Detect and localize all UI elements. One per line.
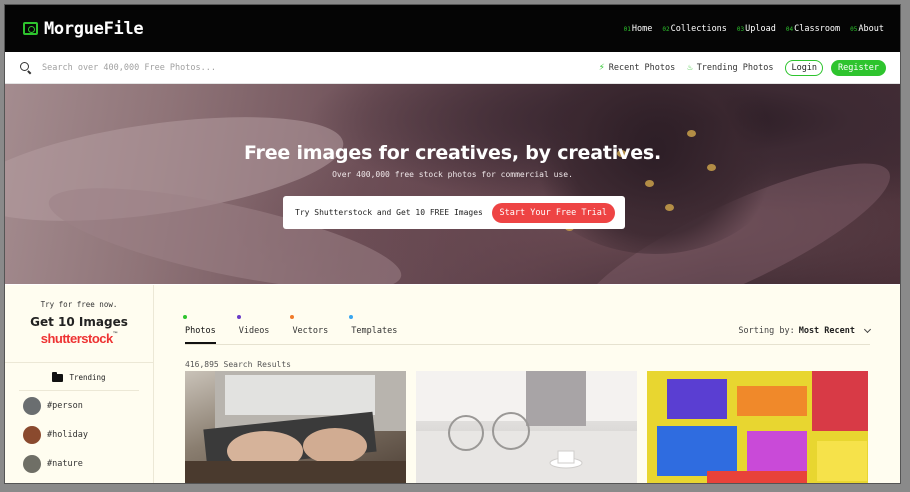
tag-label: #nature	[47, 458, 83, 469]
trending-tag-person[interactable]: #person	[5, 391, 153, 420]
photo-thumbnail[interactable]	[185, 371, 406, 483]
tab-label: Photos	[185, 326, 216, 336]
trending-tag-nature[interactable]: #nature	[5, 449, 153, 478]
nav-number: 03	[736, 25, 745, 33]
nav-number: 01	[623, 25, 631, 33]
sort-value: Most Recent	[798, 326, 855, 336]
shutterstock-logo: shutterstock™	[5, 331, 153, 346]
content-area: Try for free now. Get 10 Images shutters…	[5, 285, 900, 483]
nav-item-classroom[interactable]: 04 Classroom	[786, 24, 840, 34]
main-nav: 01 Home 02 Collections 03 Upload 04 Clas…	[624, 24, 884, 34]
tab-photos[interactable]: Photos	[183, 315, 216, 344]
photo-thumbnail[interactable]	[416, 371, 637, 483]
hero-background-pollen	[665, 204, 674, 211]
tab-label: Videos	[238, 326, 270, 336]
tag-label: #person	[47, 400, 83, 411]
recent-photos-link[interactable]: ⚡ Recent Photos	[599, 62, 676, 73]
nav-number: 05	[850, 25, 858, 33]
abstract-paint-photo	[647, 371, 868, 483]
register-button[interactable]: Register	[831, 59, 886, 76]
nav-item-collections[interactable]: 02 Collections	[662, 24, 727, 34]
shutterstock-promo: Try Shutterstock and Get 10 FREE Images …	[283, 196, 625, 229]
start-free-trial-button[interactable]: Start Your Free Trial	[491, 202, 615, 223]
trending-photos-label: Trending Photos	[696, 62, 774, 73]
tab-dot	[290, 315, 295, 319]
login-button[interactable]: Login	[785, 59, 824, 76]
sidebar-promo[interactable]: Try for free now. Get 10 Images shutters…	[5, 285, 153, 363]
tag-thumbnail	[23, 396, 41, 415]
nav-item-home[interactable]: 01 Home	[624, 24, 653, 34]
camera-icon	[23, 22, 38, 35]
tag-thumbnail	[23, 425, 41, 444]
search-actions: ⚡ Recent Photos ♨ Trending Photos Login …	[599, 59, 886, 76]
search-input[interactable]	[42, 62, 342, 73]
hero-background-pollen	[645, 180, 654, 187]
tab-templates[interactable]: Templates	[349, 315, 398, 344]
hero-subtitle: Over 400,000 free stock photos for comme…	[332, 170, 573, 179]
table-decor-photo	[416, 371, 637, 483]
nav-label: Upload	[745, 23, 776, 34]
tab-videos[interactable]: Videos	[236, 315, 270, 344]
flame-icon: ♨	[687, 62, 693, 73]
sort-label: Sorting by:	[738, 326, 795, 336]
tab-dot	[183, 315, 187, 319]
results-panel: Photos Videos Vectors Templates Sorting …	[154, 285, 900, 483]
shutterstock-logo-text: shutterstock	[40, 331, 114, 346]
trending-label: Trending	[69, 373, 106, 382]
tag-label: #holiday	[47, 429, 88, 440]
lightning-icon: ⚡	[598, 62, 605, 73]
nav-label: Classroom	[794, 23, 841, 34]
hero-banner: Free images for creatives, by creatives.…	[5, 84, 900, 284]
sidebar-get-images: Get 10 Images	[30, 315, 128, 329]
tab-vectors[interactable]: Vectors	[290, 315, 329, 344]
tab-dot	[236, 315, 241, 319]
promo-text: Try Shutterstock and Get 10 FREE Images	[295, 208, 483, 217]
sort-dropdown[interactable]: Sorting by: Most Recent	[738, 325, 872, 336]
sidebar: Try for free now. Get 10 Images shutters…	[5, 285, 154, 483]
nav-label: Collections	[670, 23, 727, 34]
trending-photos-link[interactable]: ♨ Trending Photos	[687, 63, 773, 73]
hero-title: Free images for creatives, by creatives.	[243, 142, 662, 164]
folder-icon	[52, 371, 64, 382]
nav-label: Home	[631, 23, 653, 34]
results-count: 416,895 Search Results	[185, 360, 291, 369]
top-navbar: MorgueFile 01 Home 02 Collections 03 Upl…	[5, 5, 900, 52]
hero-content: Free images for creatives, by creatives.…	[5, 142, 900, 179]
nav-number: 02	[662, 25, 670, 33]
browser-frame: MorgueFile 01 Home 02 Collections 03 Upl…	[4, 4, 901, 484]
search-bar: ⚡ Recent Photos ♨ Trending Photos Login …	[5, 52, 900, 84]
trending-tag-holiday[interactable]: #holiday	[5, 420, 153, 449]
media-tabs: Photos Videos Vectors Templates	[183, 285, 870, 345]
recent-photos-label: Recent Photos	[608, 62, 676, 73]
nav-number: 04	[785, 25, 794, 33]
nav-label: About	[858, 23, 884, 34]
nav-item-about[interactable]: 05 About	[850, 24, 884, 34]
tag-thumbnail	[23, 454, 41, 473]
tab-dot	[349, 315, 354, 319]
hero-background-pollen	[687, 130, 696, 137]
logo[interactable]: MorgueFile	[23, 18, 144, 39]
trending-header: Trending	[19, 363, 139, 391]
tab-label: Templates	[351, 326, 398, 336]
photo-thumbnail[interactable]	[647, 371, 868, 483]
chevron-down-icon	[863, 325, 872, 334]
logo-text: MorgueFile	[44, 18, 144, 39]
photo-grid	[185, 371, 870, 483]
nav-item-upload[interactable]: 03 Upload	[737, 24, 776, 34]
tab-label: Vectors	[292, 326, 329, 336]
laptop-typing-photo	[185, 371, 406, 483]
trademark-mark: ™	[112, 331, 118, 337]
sidebar-try-text: Try for free now.	[40, 300, 118, 309]
search-icon[interactable]	[20, 61, 32, 74]
